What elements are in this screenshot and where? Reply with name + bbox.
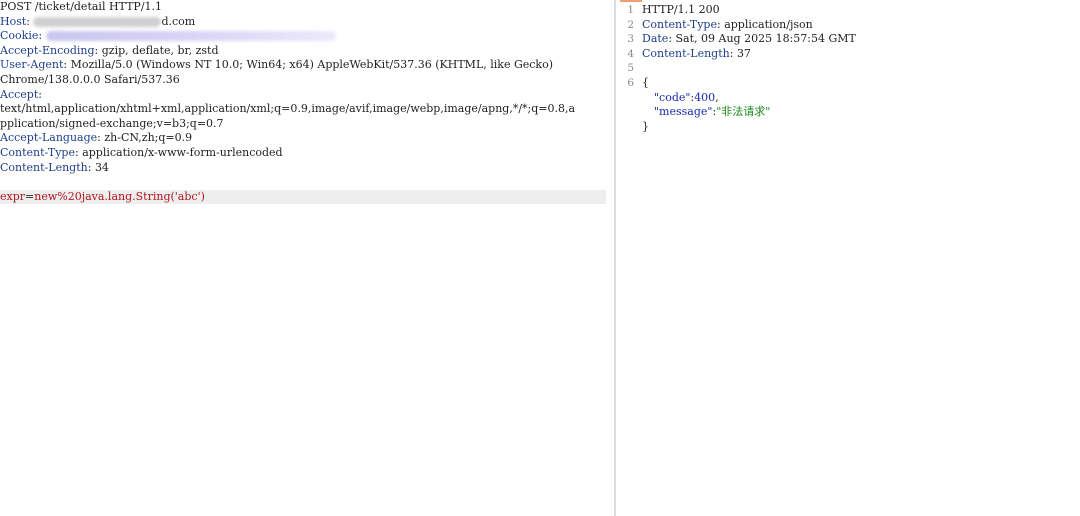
- resp-header-date: Date: Sat, 09 Aug 2025 18:57:54 GMT: [642, 32, 856, 46]
- header-host: Host: d.com: [0, 14, 196, 28]
- line-number: 1: [627, 4, 634, 16]
- request-editor[interactable]: POST /ticket/detail HTTP/1.1 Host: d.com…: [0, 0, 614, 516]
- header-name: Content-Length: [642, 46, 730, 60]
- json-key: "message": [654, 105, 713, 119]
- request-body[interactable]: expr=new%20java.lang.String('abc'): [0, 189, 606, 205]
- redacted-host: [33, 16, 162, 27]
- header-value: zh-CN,zh;q=0.9: [104, 131, 193, 145]
- header-name: Date: [642, 32, 669, 46]
- header-accept-encoding: Accept-Encoding: gzip, deflate, br, zstd: [0, 43, 219, 57]
- json-close-brace: }: [642, 119, 649, 133]
- header-user-agent-cont: Chrome/138.0.0.0 Safari/537.36: [0, 72, 180, 86]
- line-number: 3: [627, 33, 634, 46]
- resp-header-content-length: Content-Length: 37: [642, 46, 751, 60]
- json-code-line: "code":400,: [654, 90, 719, 104]
- header-content-type: Content-Type: application/x-www-form-url…: [0, 145, 283, 159]
- json-number: 400: [694, 90, 716, 104]
- json-message-line: "message":"非法请求": [654, 105, 771, 119]
- header-name: Accept: [0, 87, 39, 101]
- header-accept-value-1: text/html,application/xhtml+xml,applicat…: [0, 102, 576, 116]
- body-param-value: new%20java.lang.String('abc'): [34, 189, 205, 203]
- json-key: "code": [654, 90, 691, 104]
- header-name: Cookie: [0, 29, 39, 43]
- header-value: gzip, deflate, br, zstd: [101, 43, 219, 57]
- line-number-gutter: 1 2 3 4 5 6: [616, 0, 638, 516]
- line-number: 2: [627, 18, 634, 31]
- header-accept-language: Accept-Language: zh-CN,zh;q=0.9: [0, 131, 193, 145]
- header-content-length: Content-Length: 34: [0, 160, 109, 174]
- header-value: 34: [94, 160, 109, 174]
- header-cookie: Cookie:: [0, 29, 614, 44]
- header-accept: Accept:: [0, 87, 42, 101]
- header-value: application/x-www-form-urlencoded: [82, 145, 283, 159]
- header-name: Accept-Encoding: [0, 43, 95, 57]
- line-number: 6: [627, 77, 634, 89]
- status-line: HTTP/1.1 200: [642, 3, 720, 16]
- header-value: Mozilla/5.0 (Windows NT 10.0; Win64; x64…: [70, 58, 553, 72]
- resp-header-content-type: Content-Type: application/json: [642, 17, 813, 31]
- header-name: Content-Type: [642, 17, 717, 31]
- header-name: Accept-Language: [0, 131, 98, 145]
- body-param-eq: =: [25, 189, 35, 203]
- header-user-agent: User-Agent: Mozilla/5.0 (Windows NT 10.0…: [0, 58, 553, 72]
- request-line: POST /ticket/detail HTTP/1.1: [0, 0, 163, 13]
- json-open-brace: {: [642, 76, 649, 89]
- line-number: 5: [627, 62, 634, 75]
- header-value: Sat, 09 Aug 2025 18:57:54 GMT: [675, 32, 856, 46]
- header-name: Content-Length: [0, 160, 88, 174]
- line-number: 4: [627, 47, 634, 60]
- header-value: application/json: [724, 17, 813, 31]
- body-param-key: expr: [0, 189, 26, 203]
- header-name: User-Agent: [0, 58, 64, 72]
- http-viewer: POST /ticket/detail HTTP/1.1 Host: d.com…: [0, 0, 1080, 516]
- header-name: Host: [0, 14, 27, 28]
- redacted-cookie: [45, 31, 336, 42]
- header-name: Content-Type: [0, 145, 75, 159]
- json-string: "非法请求": [716, 105, 771, 119]
- header-value: 37: [736, 46, 751, 60]
- header-accept-value-2: pplication/signed-exchange;v=b3;q=0.7: [0, 116, 224, 130]
- header-value: d.com: [161, 14, 196, 28]
- response-editor[interactable]: 1 2 3 4 5 6 HTTP/1.1 200 Content-Type: a…: [616, 0, 1080, 516]
